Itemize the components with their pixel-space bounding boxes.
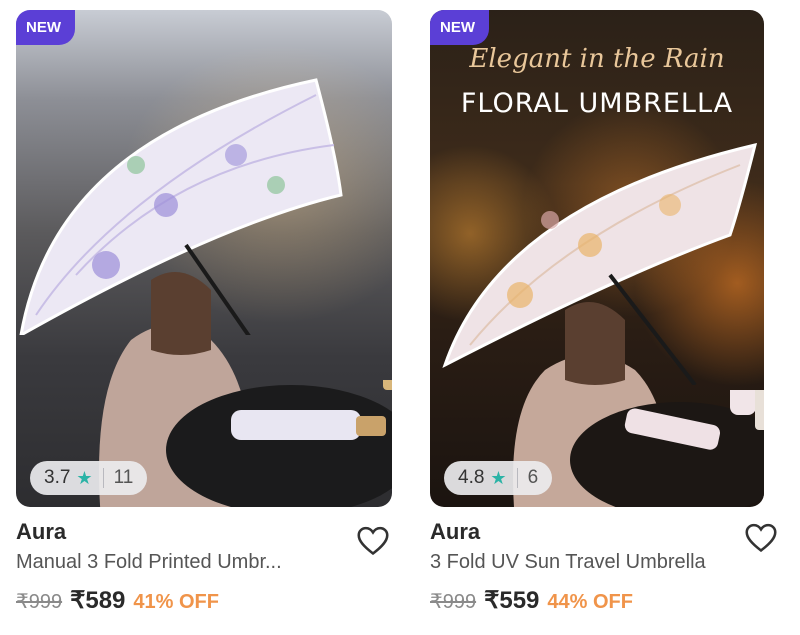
- rating-chip: 4.8 ★ 6: [444, 461, 553, 495]
- product-name[interactable]: Manual 3 Fold Printed Umbr...: [16, 551, 282, 574]
- price-row: ₹999 ₹559 44% OFF: [430, 586, 764, 615]
- discount-label: 44% OFF: [547, 591, 633, 613]
- rating-count: 11: [113, 467, 134, 488]
- rating-count: 6: [527, 467, 539, 488]
- brand-name: Aura: [16, 519, 67, 544]
- mrp-price: ₹999: [430, 591, 477, 613]
- promo-title: FLORAL UMBRELLA: [460, 88, 734, 119]
- sale-price: ₹589: [70, 587, 126, 614]
- rating-value: 4.8: [458, 467, 485, 488]
- price-row: ₹999 ₹589 41% OFF: [16, 586, 392, 615]
- rating-divider: [102, 468, 104, 488]
- product-card[interactable]: NEW 3.7 ★ 11 Aura Manual 3 Fold Printed …: [16, 10, 392, 615]
- cafe-table-illustration: [570, 390, 764, 507]
- product-name[interactable]: 3 Fold UV Sun Travel Umbrella: [430, 551, 706, 574]
- wishlist-heart-icon[interactable]: [354, 521, 392, 559]
- star-icon: ★: [490, 467, 507, 488]
- product-image[interactable]: NEW Elegant in the Rain FLORAL UMBRELLA …: [430, 10, 764, 507]
- product-info: Aura Manual 3 Fold Printed Umbr...: [16, 507, 392, 574]
- new-badge: NEW: [430, 10, 489, 45]
- wishlist-heart-icon[interactable]: [742, 518, 780, 556]
- product-info: Aura 3 Fold UV Sun Travel Umbrella: [430, 507, 764, 574]
- new-badge: NEW: [16, 10, 75, 45]
- cafe-table-illustration: [166, 380, 392, 507]
- rating-divider: [516, 468, 518, 488]
- rating-value: 3.7: [44, 467, 71, 488]
- brand-name: Aura: [430, 519, 481, 544]
- mrp-price: ₹999: [16, 591, 63, 613]
- rating-chip: 3.7 ★ 11: [30, 461, 148, 495]
- sale-price: ₹559: [484, 587, 540, 614]
- product-card[interactable]: NEW Elegant in the Rain FLORAL UMBRELLA …: [430, 10, 764, 615]
- product-image[interactable]: NEW 3.7 ★ 11: [16, 10, 392, 507]
- promo-tagline: Elegant in the Rain: [469, 44, 725, 74]
- discount-label: 41% OFF: [133, 591, 219, 613]
- star-icon: ★: [76, 467, 93, 488]
